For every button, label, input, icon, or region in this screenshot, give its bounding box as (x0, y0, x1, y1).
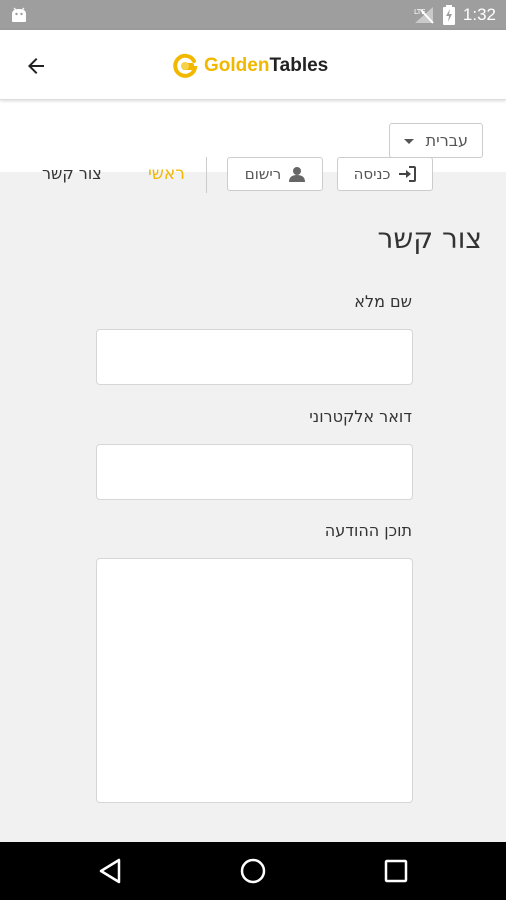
sign-in-icon (399, 166, 417, 182)
recents-square-icon[interactable] (380, 855, 412, 887)
back-triangle-icon[interactable] (95, 855, 127, 887)
email-input[interactable] (96, 444, 413, 500)
full-name-label: שם מלא (354, 292, 412, 311)
arrow-left-icon (28, 58, 44, 74)
message-label: תוכן ההודעה (324, 521, 412, 540)
logo-g-icon (173, 53, 198, 78)
register-label: רישום (244, 165, 282, 183)
android-icon (12, 7, 26, 22)
login-label: כניסה (353, 165, 391, 183)
signal-icon: LTE (414, 7, 434, 24)
register-button[interactable]: רישום (227, 157, 323, 191)
goldentables-logo: GoldenTables (172, 52, 328, 80)
language-select[interactable]: עברית (389, 123, 483, 158)
language-select-value: עברית (425, 131, 468, 150)
logo-text-golden: Golden (204, 55, 270, 76)
nav-divider (206, 157, 207, 193)
full-name-input[interactable] (96, 329, 413, 385)
caret-down-icon (404, 139, 414, 144)
page-title: צור קשר (377, 222, 482, 255)
user-icon (289, 167, 306, 182)
status-bar: LTE 1:32 (0, 0, 506, 30)
message-textarea[interactable] (96, 558, 413, 803)
back-button[interactable] (20, 50, 52, 82)
system-nav-bar (0, 842, 506, 900)
battery-charging-icon (442, 5, 455, 25)
login-button[interactable]: כניסה (337, 157, 433, 191)
clock: 1:32 (462, 5, 496, 24)
email-label: דואר אלקטרוני (309, 407, 412, 426)
nav-main-link[interactable]: ראשי (148, 164, 185, 184)
nav-contact-link[interactable]: צור קשר (42, 164, 102, 183)
logo-text-tables: Tables (269, 55, 329, 76)
home-circle-icon[interactable] (237, 855, 269, 887)
app-bar: GoldenTables (0, 30, 506, 100)
